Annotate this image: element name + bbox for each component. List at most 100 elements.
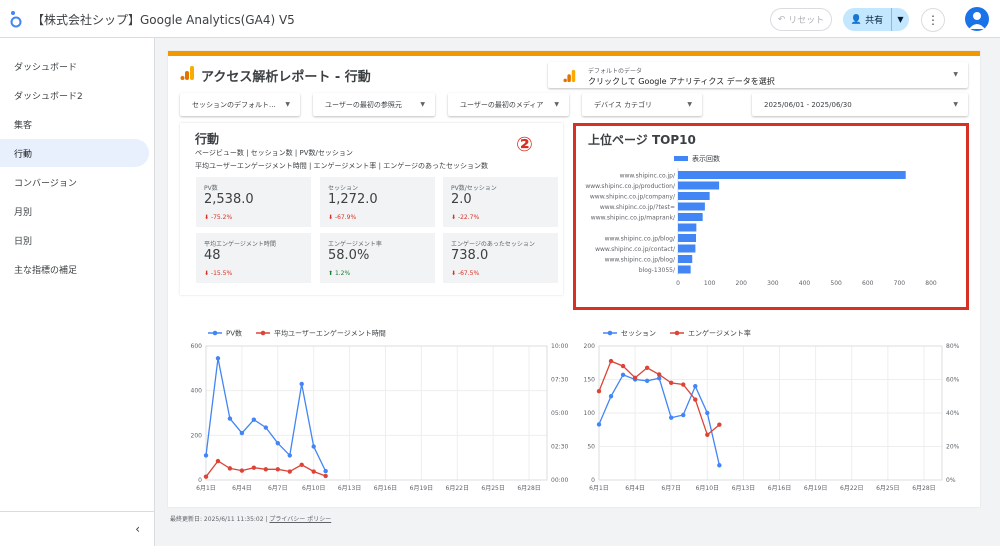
data-point[interactable]	[717, 422, 722, 427]
bar-6[interactable]	[678, 234, 697, 242]
x-tick-label: 6月10日	[302, 485, 325, 492]
data-point[interactable]	[596, 389, 602, 394]
category-label: www.shipinc.co.jp/maprank/	[591, 214, 676, 221]
data-point[interactable]	[608, 394, 614, 399]
data-point[interactable]	[215, 356, 221, 361]
data-point[interactable]	[644, 365, 650, 370]
data-point[interactable]	[632, 375, 638, 381]
y-right-tick-label: 20%	[946, 444, 960, 451]
data-point[interactable]	[323, 473, 328, 479]
bar-5[interactable]	[678, 223, 697, 232]
data-point[interactable]	[656, 372, 662, 377]
kpi-sessions[interactable]: セッション 1,272.0 ⬇ -67.9%	[320, 177, 435, 227]
data-point[interactable]	[275, 440, 280, 446]
data-point[interactable]	[299, 462, 304, 468]
data-point[interactable]	[620, 372, 626, 378]
data-point[interactable]	[227, 416, 233, 421]
more-options-icon[interactable]: ⋮	[921, 8, 945, 32]
sidebar-item-behavior[interactable]: 行動	[0, 139, 149, 167]
y-left-tick-label: 0	[591, 477, 595, 484]
data-point[interactable]	[717, 463, 722, 468]
filter-first-source[interactable]: ユーザーの最初の参照元 ▼	[313, 93, 435, 116]
datasource-value: クリックして Google アナリティクス データを選択	[588, 77, 775, 86]
pv-engagement-line-chart[interactable]: PV数 平均ユーザーエンゲージメント時間 0 200 400 600 00:00 02:30 0…	[168, 321, 573, 496]
data-point[interactable]	[203, 453, 209, 458]
collapse-sidebar-button[interactable]: ‹	[0, 511, 154, 546]
report-name[interactable]: 【株式会社シップ】Google Analytics(GA4) V5	[32, 11, 295, 28]
bar-4[interactable]	[678, 213, 703, 221]
sidebar-item-conversion[interactable]: コンバージョン	[0, 168, 149, 196]
sidebar-item-metrics-notes[interactable]: 主な指標の補足	[0, 255, 149, 283]
bar-8[interactable]	[678, 255, 693, 263]
data-point[interactable]	[620, 363, 626, 369]
data-point[interactable]	[203, 474, 209, 479]
data-point[interactable]	[669, 380, 674, 386]
share-button[interactable]: 👤 共有 ▼	[843, 8, 909, 31]
data-point[interactable]	[287, 453, 292, 458]
bar-2[interactable]	[678, 192, 710, 200]
data-point[interactable]	[681, 382, 686, 387]
data-point[interactable]	[227, 466, 233, 471]
series-line	[598, 373, 721, 466]
data-point[interactable]	[693, 397, 698, 402]
data-point[interactable]	[693, 384, 698, 389]
category-label: www.shipinc.co.jp/blog/	[605, 235, 676, 242]
data-point[interactable]	[681, 412, 686, 418]
data-point[interactable]	[323, 468, 328, 474]
data-point[interactable]	[311, 469, 316, 474]
kpi-engagement-rate[interactable]: エンゲージメント率 58.0% ⬆ 1.2%	[320, 233, 435, 283]
date-range-picker[interactable]: 2025/06/01 - 2025/06/30 ▼	[752, 93, 968, 116]
data-point[interactable]	[263, 467, 269, 472]
data-point[interactable]	[251, 417, 257, 422]
chevron-down-icon: ▼	[953, 101, 958, 108]
filter-device-category[interactable]: デバイス カテゴリ ▼	[582, 93, 702, 116]
kpi-avg-engagement-time[interactable]: 平均エンゲージメント時間 48 ⬇ -15.5%	[196, 233, 311, 283]
data-point[interactable]	[644, 378, 650, 384]
bar-0[interactable]	[678, 171, 906, 179]
bar-7[interactable]	[678, 244, 696, 253]
datasource-selector[interactable]: デフォルトのデータ クリックして Google アナリティクス データを選択 ▼	[548, 62, 968, 88]
filter-session-default[interactable]: セッションのデフォルト... ▼	[180, 93, 300, 116]
category-label: www.shipinc.co.jp/blog/	[605, 256, 676, 263]
x-tick-label: 6月1日	[589, 485, 609, 492]
filter-first-medium[interactable]: ユーザーの最初のメディア ▼	[448, 93, 569, 116]
bar-9[interactable]	[678, 265, 691, 274]
data-point[interactable]	[705, 432, 710, 437]
top-bar: 【株式会社シップ】Google Analytics(GA4) V5 ↶ リセット…	[0, 0, 1000, 38]
sidebar-item-dashboard2[interactable]: ダッシュボード2	[0, 81, 149, 109]
data-point[interactable]	[299, 381, 304, 387]
y-right-tick-label: 0%	[946, 477, 956, 484]
x-tick-label: 6月22日	[840, 485, 863, 492]
sidebar-item-dashboard[interactable]: ダッシュボード	[0, 52, 149, 80]
data-point[interactable]	[275, 467, 280, 472]
top-pages-bar-chart[interactable]: 表示回数 www.shipinc.co.jp/www.shipinc.co.jp/…	[576, 126, 966, 307]
data-point[interactable]	[287, 469, 292, 474]
kpi-engaged-sessions[interactable]: エンゲージのあったセッション 738.0 ⬇ -67.5%	[443, 233, 558, 283]
data-point[interactable]	[239, 468, 245, 473]
sidebar-item-daily[interactable]: 日別	[0, 226, 149, 254]
share-main-button[interactable]: 👤 共有	[843, 8, 891, 31]
avatar[interactable]	[965, 7, 989, 31]
data-point[interactable]	[608, 358, 614, 364]
data-point[interactable]	[215, 458, 221, 464]
data-point[interactable]	[251, 465, 257, 470]
data-point[interactable]	[596, 422, 602, 427]
bar-1[interactable]	[678, 181, 720, 190]
sidebar-item-monthly[interactable]: 月別	[0, 197, 149, 225]
kpi-pageviews[interactable]: PV数 2,538.0 ⬇ -75.2%	[196, 177, 311, 227]
bar-3[interactable]	[678, 202, 705, 211]
reset-button[interactable]: ↶ リセット	[770, 8, 832, 31]
privacy-policy-link[interactable]: プライバシー ポリシー	[269, 516, 331, 523]
share-dropdown-icon[interactable]: ▼	[891, 8, 909, 31]
data-point[interactable]	[669, 415, 674, 420]
data-point[interactable]	[705, 410, 710, 416]
data-point[interactable]	[311, 444, 316, 449]
sidebar-item-acquisition[interactable]: 集客	[0, 110, 149, 138]
kpi-pv-per-session[interactable]: PV数/セッション 2.0 ⬇ -22.7%	[443, 177, 558, 227]
data-point[interactable]	[239, 430, 245, 436]
add-person-icon: 👤	[850, 14, 863, 25]
data-point[interactable]	[263, 425, 269, 430]
y-left-tick-label: 150	[584, 377, 596, 384]
footer: 最終更新日: 2025/6/11 11:35:02 | プライバシー ポリシー	[170, 514, 331, 523]
session-engagement-rate-line-chart[interactable]: セッション エンゲージメント率 0 50 100 150 200 0% 20% 40% 60% 80%…	[573, 321, 980, 496]
